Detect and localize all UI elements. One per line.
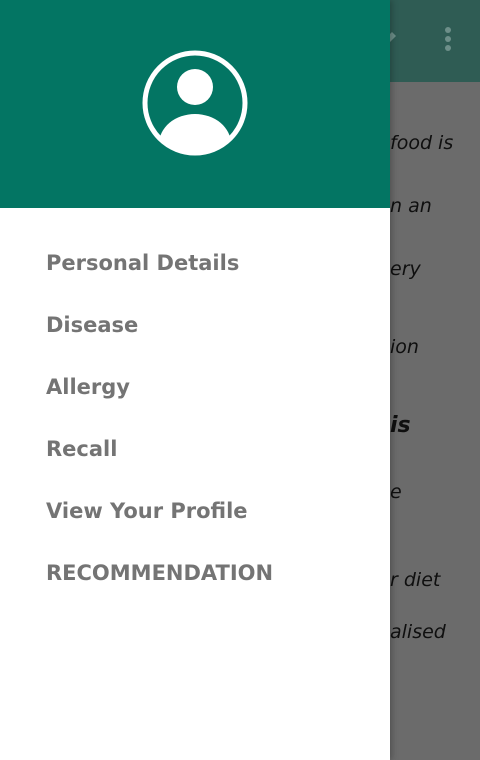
content-heading: is [390, 413, 411, 438]
content-text: e [390, 481, 402, 503]
content-text: n an [390, 195, 432, 217]
content-text: ery [390, 258, 421, 280]
content-text: food is [390, 132, 454, 154]
content-text: r diet [390, 569, 441, 591]
account-circle-icon[interactable] [142, 50, 248, 156]
drawer-header [0, 0, 390, 208]
menu-item-recommendation[interactable]: RECOMMENDATION [0, 542, 390, 604]
drawer-menu: Personal Details Disease Allergy Recall … [0, 232, 390, 604]
menu-item-disease[interactable]: Disease [0, 294, 390, 356]
menu-item-view-profile[interactable]: View Your Profile [0, 480, 390, 542]
screen: food is n an ery ion is e r diet alised [0, 0, 480, 760]
menu-item-recall[interactable]: Recall [0, 418, 390, 480]
navigation-drawer: Personal Details Disease Allergy Recall … [0, 0, 390, 760]
more-vert-icon[interactable] [434, 24, 462, 58]
content-text: ion [390, 336, 419, 358]
content-text: alised [390, 621, 446, 643]
menu-item-personal-details[interactable]: Personal Details [0, 232, 390, 294]
menu-item-allergy[interactable]: Allergy [0, 356, 390, 418]
